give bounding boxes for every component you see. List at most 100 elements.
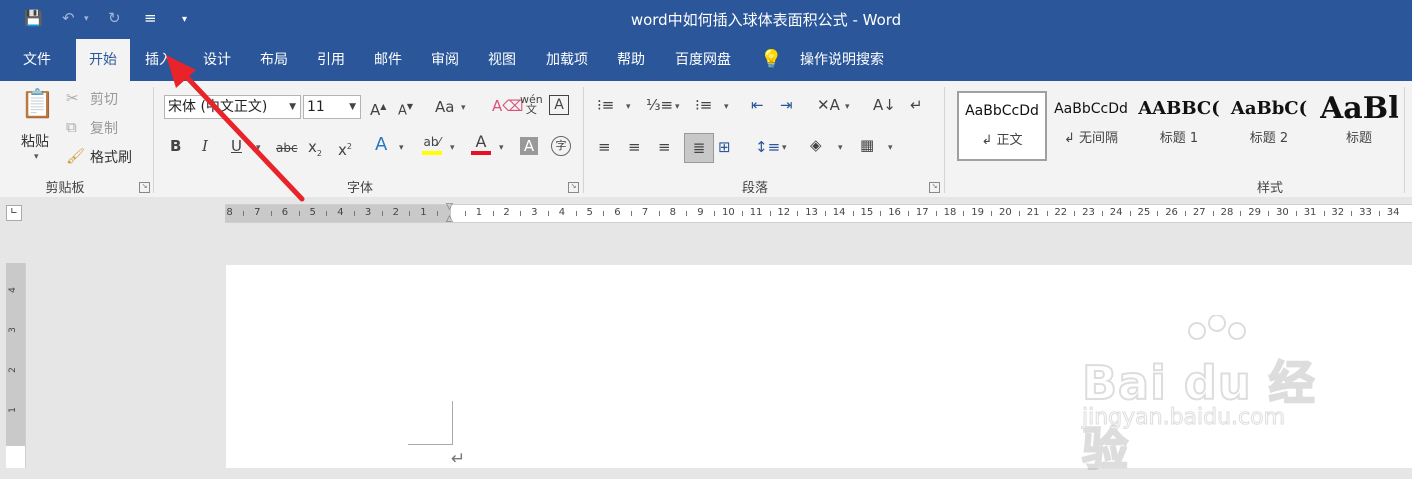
justify-icon[interactable]: ≣	[684, 133, 714, 163]
style-preview: AaBl	[1320, 91, 1398, 126]
chevron-down-icon[interactable]: ▾	[256, 143, 261, 153]
tab-addins[interactable]: 加载项	[536, 39, 598, 81]
tab-file[interactable]: 文件	[11, 39, 63, 81]
first-line-indent-marker[interactable]: ▽	[446, 202, 453, 212]
group-divider	[944, 87, 945, 193]
paragraph-mark-icon: ↵	[451, 449, 466, 469]
clear-formatting-icon[interactable]: A⌫	[492, 97, 523, 115]
underline-icon[interactable]: U	[231, 137, 242, 155]
tell-me-search[interactable]: 操作说明搜索	[792, 39, 892, 81]
horizontal-ruler[interactable]: 8 7 6 5 4 3 2 1 1 2 3 4 5 6 7 8 9 10 11 12 13 14 15 16 17 18 19 20 2…	[225, 202, 1412, 224]
tab-baidu-netdisk[interactable]: 百度网盘	[664, 39, 742, 81]
strikethrough-icon[interactable]: abc	[276, 139, 298, 157]
watermark-sub: jingyan.baidu.com	[1081, 405, 1286, 431]
italic-icon[interactable]: I	[202, 137, 208, 155]
sort-icon[interactable]: A↓	[873, 96, 896, 114]
subscript-icon[interactable]: x2	[308, 138, 322, 163]
bold-icon[interactable]: B	[170, 137, 181, 155]
tab-references[interactable]: 引用	[306, 39, 356, 81]
tab-mailings[interactable]: 邮件	[363, 39, 413, 81]
tab-insert[interactable]: 插入	[134, 39, 184, 81]
superscript-icon[interactable]: x2	[338, 138, 352, 159]
ruler-tick	[658, 211, 660, 216]
change-case-icon[interactable]: Aa	[435, 98, 454, 116]
align-right-icon[interactable]: ≡	[658, 138, 671, 156]
ribbon-tabs: 文件 开始 插入 设计 布局 引用 邮件 审阅 视图 加载项 帮助 百度网盘 💡…	[0, 39, 1412, 81]
ruler-number: 9	[697, 207, 704, 218]
chevron-down-icon[interactable]: ▾	[888, 143, 893, 153]
chevron-down-icon[interactable]: ▾	[626, 102, 631, 112]
chevron-down-icon[interactable]: ▾	[845, 102, 850, 112]
align-center-icon[interactable]: ≡	[628, 138, 641, 156]
ruler-number: 5	[309, 207, 316, 218]
group-divider	[1404, 87, 1405, 193]
style-normal[interactable]: AaBbCcDd ↲ 正文	[957, 91, 1047, 161]
chevron-down-icon[interactable]: ▾	[838, 143, 843, 153]
borders-icon[interactable]: ▦	[860, 136, 874, 154]
ruler-number: 3	[531, 207, 538, 218]
chevron-down-icon[interactable]: ▾	[450, 143, 455, 153]
font-color-icon[interactable]: A	[471, 133, 491, 155]
line-spacing-icon[interactable]: ↕≡	[755, 138, 780, 156]
group-divider	[583, 87, 584, 193]
chevron-down-icon: ▼	[349, 102, 356, 112]
paragraph-launcher-icon[interactable]: ↘	[929, 182, 940, 193]
ruler-tick	[714, 211, 716, 216]
copy-icon: ⧉	[66, 118, 77, 136]
font-launcher-icon[interactable]: ↘	[568, 182, 579, 193]
style-name: 标题	[1345, 131, 1372, 146]
increase-indent-icon[interactable]: ⇥	[780, 96, 793, 114]
chevron-down-icon[interactable]: ▾	[461, 103, 466, 113]
style-heading-2[interactable]: AaBbC( 标题 2	[1228, 91, 1310, 157]
chevron-down-icon[interactable]: ▾	[782, 143, 787, 153]
chevron-down-icon[interactable]: ▾	[499, 143, 504, 153]
distributed-icon[interactable]: ⊞	[718, 138, 731, 156]
tab-review[interactable]: 审阅	[420, 39, 470, 81]
chevron-down-icon[interactable]: ▾	[675, 102, 680, 112]
ruler-number: 28	[1220, 207, 1234, 218]
ruler-tick	[1046, 211, 1048, 216]
numbering-icon[interactable]: ⅓≡	[646, 96, 673, 114]
highlight-color-icon[interactable]: ab⁄	[422, 133, 442, 155]
phonetic-guide-icon[interactable]: wén 文	[520, 94, 543, 115]
tab-help[interactable]: 帮助	[606, 39, 656, 81]
font-size-combo[interactable]: 11 ▼	[303, 95, 361, 119]
style-name: 标题 2	[1249, 131, 1289, 146]
shading-icon[interactable]: ◈	[810, 136, 822, 154]
tab-design[interactable]: 设计	[192, 39, 242, 81]
ruler-number: 1	[7, 407, 18, 413]
enclose-characters-icon[interactable]: 字	[551, 136, 571, 156]
grow-font-icon[interactable]: A▲	[370, 98, 386, 119]
paste-button[interactable]: 粘贴	[21, 131, 49, 151]
clipboard-launcher-icon[interactable]: ↘	[139, 182, 150, 193]
chevron-down-icon[interactable]: ▾	[399, 143, 404, 153]
chinese-layout-icon[interactable]: ✕A	[817, 96, 840, 114]
character-border-icon[interactable]: A	[549, 95, 569, 115]
vertical-ruler[interactable]: 4 3 2 1	[6, 263, 26, 468]
character-shading-icon[interactable]: A	[520, 137, 538, 155]
ruler-number: 7	[641, 207, 649, 218]
style-heading-1[interactable]: AABBC( 标题 1	[1138, 91, 1220, 157]
paste-dropdown-icon[interactable]: ▾	[34, 152, 39, 162]
lightbulb-icon[interactable]: 💡	[760, 39, 782, 81]
tab-layout[interactable]: 布局	[249, 39, 299, 81]
paste-icon[interactable]: 📋	[20, 87, 55, 121]
style-title[interactable]: AaBl 标题	[1320, 91, 1398, 157]
chevron-down-icon[interactable]: ▾	[724, 102, 729, 112]
style-no-spacing[interactable]: AaBbCcDd ↲ 无间隔	[1048, 91, 1134, 157]
tab-view[interactable]: 视图	[477, 39, 527, 81]
hanging-indent-marker[interactable]: △	[446, 214, 453, 224]
tab-selector[interactable]: ∟	[6, 205, 22, 221]
text-effects-icon[interactable]: A	[375, 136, 387, 154]
multilevel-list-icon[interactable]: ⁝≡	[695, 96, 712, 114]
bullets-icon[interactable]: ⁝≡	[597, 96, 614, 114]
font-name-combo[interactable]: 宋体 (中文正文) ▼	[164, 95, 301, 119]
shrink-font-icon[interactable]: A▼	[398, 98, 413, 120]
cut-button[interactable]: 剪切	[90, 89, 118, 109]
align-left-icon[interactable]: ≡	[598, 138, 611, 156]
show-formatting-marks-icon[interactable]: ↵	[910, 96, 923, 114]
decrease-indent-icon[interactable]: ⇤	[751, 96, 764, 114]
copy-button[interactable]: 复制	[90, 118, 118, 138]
tab-home[interactable]: 开始	[76, 39, 130, 81]
format-painter-button[interactable]: 格式刷	[90, 147, 132, 167]
